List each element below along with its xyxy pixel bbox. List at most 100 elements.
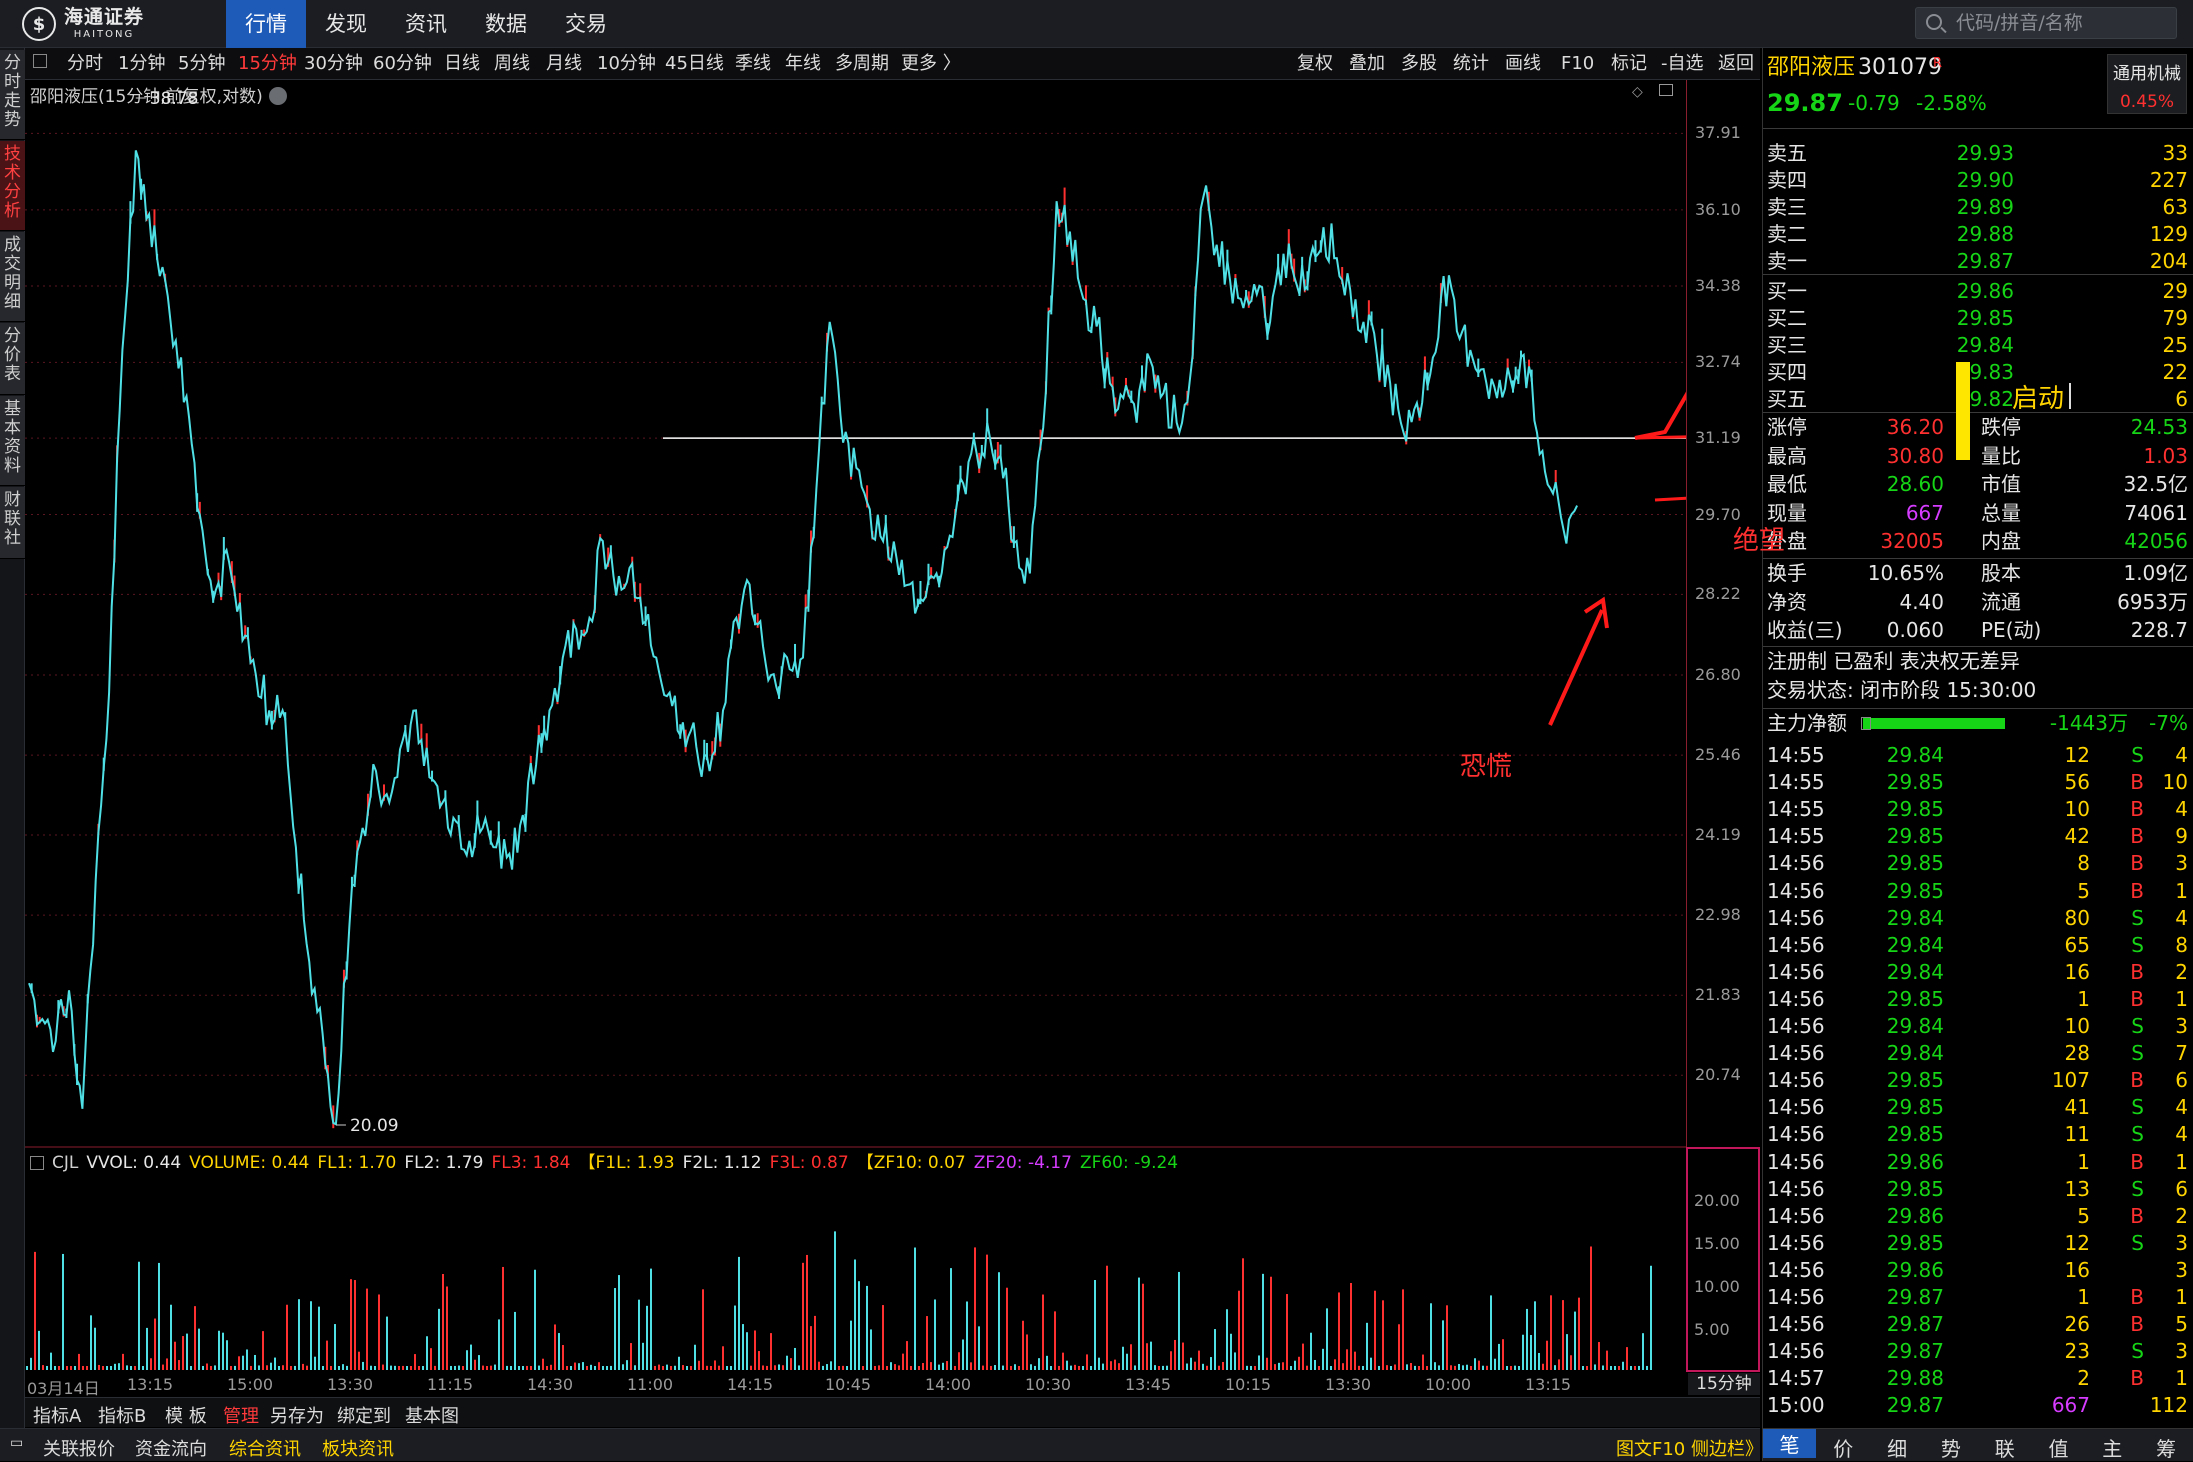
indicator-tab[interactable]: 另存为 bbox=[270, 1402, 324, 1428]
quote-tab[interactable]: 价 bbox=[1817, 1433, 1870, 1462]
period-5min[interactable]: 5分钟 bbox=[178, 52, 225, 76]
bid-label: 买三 bbox=[1767, 333, 1807, 357]
tool-draw[interactable]: 画线 bbox=[1505, 52, 1541, 76]
nav-tab-discover[interactable]: 发现 bbox=[306, 0, 386, 48]
tick-row: 14:56 29.84 28 S 7 bbox=[1763, 1040, 2193, 1067]
tick-count: 9 bbox=[2175, 824, 2188, 849]
panel-toggle-icon[interactable]: ▭ bbox=[10, 1435, 23, 1451]
tool-back[interactable]: 返回 bbox=[1718, 52, 1754, 76]
tick-time: 14:56 bbox=[1767, 1339, 1825, 1364]
tick-price: 29.86 bbox=[1886, 1203, 1944, 1228]
tick-count: 4 bbox=[2175, 1095, 2188, 1120]
quote-tab[interactable]: 筹 bbox=[2140, 1433, 2193, 1462]
hand-annotations bbox=[1548, 391, 1686, 726]
panel-toggle-icon[interactable] bbox=[30, 1156, 44, 1170]
quote-tab[interactable]: 主 bbox=[2086, 1433, 2139, 1462]
quote-tab[interactable]: 势 bbox=[1924, 1433, 1977, 1462]
tick-time: 14:55 bbox=[1767, 770, 1825, 795]
divider bbox=[1763, 646, 2193, 647]
tick-direction: B bbox=[2130, 1203, 2144, 1228]
indicator-tab[interactable]: 基本图 bbox=[405, 1402, 459, 1428]
tick-volume: 16 bbox=[2064, 959, 2090, 984]
tool-watchlist[interactable]: -自选 bbox=[1661, 52, 1704, 76]
quote-tab[interactable]: 值 bbox=[2032, 1433, 2085, 1462]
tick-direction: S bbox=[2131, 905, 2144, 930]
tool-multistock[interactable]: 多股 bbox=[1401, 52, 1437, 76]
tool-overlay[interactable]: 叠加 bbox=[1349, 52, 1385, 76]
bottom-toolbar: ▭ 关联报价 资金流向 综合资讯 板块资讯 图文F10 侧边栏》 bbox=[0, 1428, 1763, 1461]
tick-volume: 2 bbox=[2077, 1366, 2090, 1391]
period-10min[interactable]: 10分钟 bbox=[597, 52, 656, 76]
period-1min[interactable]: 1分钟 bbox=[118, 52, 165, 76]
bid-price: 29.85 bbox=[1956, 306, 2014, 330]
period-15min[interactable]: 15分钟 bbox=[238, 52, 297, 76]
side-tab-deals[interactable]: 成交明细 bbox=[0, 232, 25, 322]
period-daily[interactable]: 日线 bbox=[444, 52, 480, 76]
nav-tab-trade[interactable]: 交易 bbox=[546, 0, 626, 48]
tick-row: 14:56 29.86 5 B 2 bbox=[1763, 1203, 2193, 1230]
annotation-despair: 绝望 bbox=[1733, 526, 1786, 556]
period-more[interactable]: 更多 〉 bbox=[901, 52, 961, 76]
period-fenshi[interactable]: 分时 bbox=[67, 52, 103, 76]
bid-label: 买一 bbox=[1767, 279, 1807, 303]
period-monthly[interactable]: 月线 bbox=[546, 52, 582, 76]
stat-row: 收益(三) 0.060 PE(动) 228.7 bbox=[1763, 617, 2193, 644]
tick-volume: 12 bbox=[2064, 743, 2090, 767]
stat-label: 流通 bbox=[1981, 589, 2021, 614]
side-tab-price-table[interactable]: 分价表 bbox=[0, 323, 25, 395]
bottom-link-f10-sidebar[interactable]: 图文F10 侧边栏》 bbox=[1616, 1435, 1763, 1461]
list-icon[interactable] bbox=[1861, 717, 1871, 730]
period-multi[interactable]: 多周期 bbox=[835, 52, 889, 76]
quote-tab[interactable]: 笔 bbox=[1763, 1429, 1816, 1458]
bottom-link-capital[interactable]: 资金流向 bbox=[135, 1435, 207, 1461]
tick-volume: 5 bbox=[2077, 1203, 2090, 1228]
side-tab-timeshare[interactable]: 分时走势 bbox=[0, 50, 25, 140]
divider bbox=[1763, 128, 2193, 129]
quote-tab[interactable]: 联 bbox=[1978, 1433, 2031, 1462]
tick-direction: B bbox=[2130, 851, 2144, 876]
indicator-tab[interactable]: 管理 bbox=[223, 1402, 259, 1428]
volume-tick-label: 10.00 bbox=[1694, 1277, 1740, 1296]
period-weekly[interactable]: 周线 bbox=[494, 52, 530, 76]
indicator-tab[interactable]: 指标B bbox=[98, 1402, 146, 1428]
bottom-link-sector[interactable]: 板块资讯 bbox=[322, 1435, 394, 1461]
side-tab-technical[interactable]: 技术分析 bbox=[0, 141, 25, 231]
tick-row: 14:56 29.85 13 S 6 bbox=[1763, 1176, 2193, 1203]
tick-price: 29.88 bbox=[1886, 1366, 1944, 1391]
bid-label: 买五 bbox=[1767, 387, 1807, 411]
nav-tab-news[interactable]: 资讯 bbox=[386, 0, 466, 48]
nav-tab-data[interactable]: 数据 bbox=[466, 0, 546, 48]
indicator-tab[interactable]: 模 板 bbox=[165, 1402, 207, 1428]
tool-f10[interactable]: F10 bbox=[1561, 52, 1594, 76]
period-45day[interactable]: 45日线 bbox=[665, 52, 724, 76]
tick-direction: S bbox=[2131, 1122, 2144, 1147]
tick-row: 14:56 29.87 23 S 3 bbox=[1763, 1338, 2193, 1365]
side-tab-profile[interactable]: 基本资料 bbox=[0, 396, 25, 486]
panel-toggle-icon[interactable] bbox=[33, 54, 47, 68]
bottom-link-related[interactable]: 关联报价 bbox=[43, 1435, 115, 1461]
period-60min[interactable]: 60分钟 bbox=[373, 52, 432, 76]
nav-tab-market[interactable]: 行情 bbox=[226, 0, 306, 48]
tick-direction: B bbox=[2130, 959, 2144, 984]
indicator-tab[interactable]: 指标A bbox=[33, 1402, 81, 1428]
bottom-link-news[interactable]: 综合资讯 bbox=[229, 1435, 301, 1461]
vol-indicator-value: VVOL: 0.44 bbox=[86, 1153, 182, 1173]
period-30min[interactable]: 30分钟 bbox=[304, 52, 363, 76]
tool-adjust[interactable]: 复权 bbox=[1297, 52, 1333, 76]
tick-time: 14:56 bbox=[1767, 1041, 1825, 1066]
tick-row: 14:56 29.87 26 B 5 bbox=[1763, 1311, 2193, 1338]
side-tab-cls[interactable]: 财联社 bbox=[0, 487, 25, 559]
period-yearly[interactable]: 年线 bbox=[785, 52, 821, 76]
period-quarterly[interactable]: 季线 bbox=[735, 52, 771, 76]
tool-mark[interactable]: 标记 bbox=[1611, 52, 1647, 76]
stat-value: 10.65% bbox=[1867, 561, 1944, 585]
ask-label: 卖一 bbox=[1767, 249, 1807, 273]
tool-stats[interactable]: 统计 bbox=[1453, 52, 1489, 76]
tick-count: 2 bbox=[2175, 959, 2188, 984]
kline-chart[interactable]: 38.78 20.09 bbox=[25, 80, 1686, 1373]
indicator-tab[interactable]: 绑定到 bbox=[337, 1402, 391, 1428]
period-label[interactable]: 15分钟 bbox=[1688, 1373, 1760, 1395]
quote-tab[interactable]: 细 bbox=[1871, 1433, 1924, 1462]
bid-volume: 6 bbox=[2175, 387, 2188, 411]
search-input[interactable]: 代码/拼音/名称 bbox=[1915, 7, 2177, 39]
